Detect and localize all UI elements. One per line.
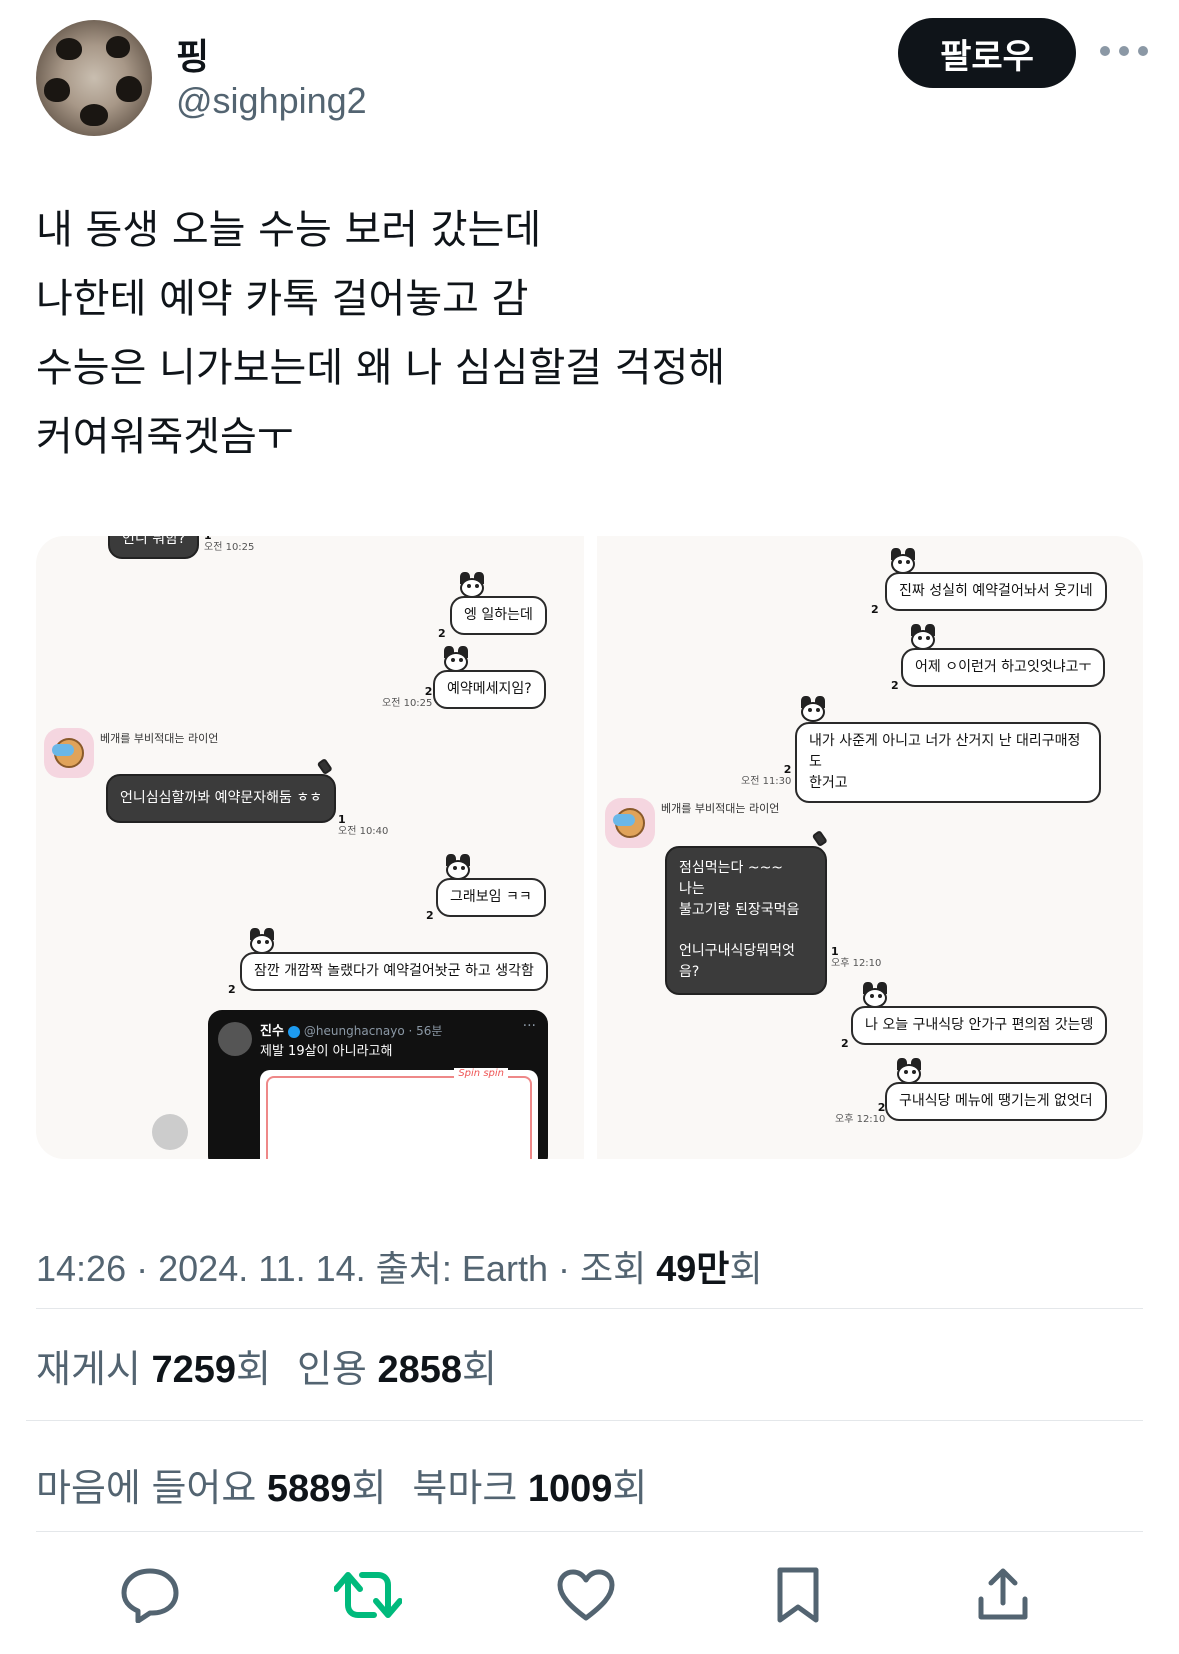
divider bbox=[36, 1531, 1143, 1532]
embedded-tweet: 진수 @heunghacnayo · 56분 제발 19살이 아니라고해 ··· … bbox=[208, 1010, 548, 1159]
chat-screenshot-left[interactable]: 언니 뭐함? 1오전 10:25 2 엥 일하는데 2오전 10:25 예약메세… bbox=[36, 536, 584, 1159]
cat-emoticon bbox=[797, 696, 829, 722]
friend-avatar[interactable] bbox=[605, 798, 655, 848]
tweet-line: 나한테 예약 카톡 걸어놓고 감 bbox=[36, 276, 529, 322]
chat-bubble: 예약메세지임? bbox=[433, 670, 546, 709]
scroll-down-icon bbox=[152, 1114, 188, 1150]
chat-bubble: 나 오늘 구내식당 안가구 편의점 갓는뎅 bbox=[851, 1006, 1108, 1045]
chat-bubble: 엥 일하는데 bbox=[450, 596, 547, 635]
repost-icon[interactable] bbox=[333, 1560, 403, 1630]
follow-button[interactable]: 팔로우 bbox=[898, 18, 1076, 88]
message-meta: 2 bbox=[228, 983, 236, 996]
cat-emoticon bbox=[456, 572, 488, 598]
chat-bubble: 언니 뭐함? bbox=[108, 536, 200, 559]
embed-card: Spin spin bbox=[260, 1068, 538, 1159]
message-meta: 1오전 10:25 bbox=[204, 536, 255, 553]
tweet-line: 내 동생 오늘 수능 보러 갔는데 bbox=[36, 207, 542, 253]
friend-avatar[interactable] bbox=[44, 728, 94, 778]
message-meta: 2 오전 10:25 bbox=[382, 685, 433, 710]
cat-emoticon bbox=[887, 548, 919, 574]
chat-bubble: 그래보임 ㅋㅋ bbox=[436, 878, 546, 917]
verified-badge-icon bbox=[287, 1025, 300, 1038]
bookmark-icon[interactable] bbox=[763, 1560, 833, 1630]
embed-text: 제발 19살이 아니라고해 bbox=[260, 1044, 393, 1059]
quote-stat[interactable]: 인용 2858회 bbox=[297, 1349, 497, 1391]
divider bbox=[36, 1308, 1143, 1309]
chat-bubble: 진짜 성실히 예약걸어놔서 웃기네 bbox=[885, 572, 1107, 611]
tweet-timestamp[interactable]: 14:26 · 2024. 11. 14. 출처: Earth · 조회 49만… bbox=[36, 1240, 763, 1292]
like-icon[interactable] bbox=[551, 1560, 621, 1630]
message-meta: 2 bbox=[426, 909, 434, 922]
message-meta: 2 오후 12:10 bbox=[835, 1101, 886, 1126]
repost-quote-stats: 재게시 7259회 인용 2858회 bbox=[36, 1338, 497, 1393]
view-count: 49만 bbox=[656, 1248, 730, 1289]
sender-name: 베개를 부비적대는 라이언 bbox=[100, 732, 219, 745]
cat-emoticon bbox=[442, 854, 474, 880]
embed-avatar bbox=[218, 1022, 252, 1056]
tweet-line: 수능은 니가보는데 왜 나 심심할걸 걱정해 bbox=[36, 345, 726, 391]
chat-bubble: 구내식당 메뉴에 땡기는게 없엇더 bbox=[885, 1082, 1107, 1121]
chat-bubble: 내가 사준게 아니고 너가 산거지 난 대리구매정도 한거고 bbox=[795, 722, 1101, 803]
tweet-media[interactable]: 언니 뭐함? 1오전 10:25 2 엥 일하는데 2오전 10:25 예약메세… bbox=[36, 536, 1143, 1159]
embed-more-icon: ··· bbox=[522, 1018, 536, 1034]
bookmark-stat[interactable]: 북마크 1009회 bbox=[412, 1468, 647, 1510]
chat-bubble: 잠깐 개깜짝 놀랬다가 예약걸어놧군 하고 생각함 bbox=[240, 952, 548, 991]
share-icon[interactable] bbox=[968, 1560, 1038, 1630]
like-stat[interactable]: 마음에 들어요 5889회 bbox=[36, 1468, 386, 1510]
message-meta: 1 오후 12:10 bbox=[831, 945, 882, 970]
tweet-line: 커여워죽겟슴ㅜ bbox=[36, 414, 294, 460]
author-handle[interactable]: @sighping2 bbox=[176, 80, 367, 122]
author-name[interactable]: 핑 bbox=[176, 28, 209, 80]
more-options-icon[interactable] bbox=[1100, 44, 1148, 58]
embed-card-logo: Spin spin bbox=[454, 1068, 508, 1079]
cat-emoticon bbox=[440, 646, 472, 672]
divider bbox=[26, 1420, 1143, 1421]
cat-emoticon bbox=[859, 982, 891, 1008]
message-meta: 2 오전 11:30 bbox=[741, 763, 792, 788]
tweet-source[interactable]: Earth bbox=[462, 1248, 548, 1289]
chat-bubble: 언니심심할까봐 예약문자해둠 ㅎㅎ bbox=[106, 774, 337, 823]
reply-icon[interactable] bbox=[115, 1560, 185, 1630]
action-bar bbox=[0, 1560, 1179, 1630]
sender-name: 베개를 부비적대는 라이언 bbox=[661, 802, 780, 815]
chat-bubble: 어제 ㅇ이런거 하고잇엇냐고ㅜ bbox=[901, 648, 1106, 687]
message-meta: 2 bbox=[438, 627, 446, 640]
like-bookmark-stats: 마음에 들어요 5889회 북마크 1009회 bbox=[36, 1457, 647, 1512]
message-meta: 2 bbox=[841, 1037, 849, 1050]
tweet-text: 내 동생 오늘 수능 보러 갔는데 나한테 예약 카톡 걸어놓고 감 수능은 니… bbox=[36, 196, 1136, 472]
message-meta: 1 오전 10:40 bbox=[338, 813, 389, 838]
avatar[interactable] bbox=[36, 20, 152, 136]
cat-emoticon bbox=[246, 928, 278, 954]
chat-bubble: 점심먹는다 ~~~ 나는 불고기랑 된장국먹음 언니구내식당뭐먹엇음? bbox=[665, 846, 827, 995]
message-meta: 2 bbox=[891, 679, 899, 692]
message-meta: 2 bbox=[871, 603, 879, 616]
cat-emoticon bbox=[893, 1058, 925, 1084]
embed-user: 진수 @heunghacnayo · 56분 bbox=[260, 1024, 443, 1039]
cat-emoticon bbox=[907, 624, 939, 650]
repost-stat[interactable]: 재게시 7259회 bbox=[36, 1349, 271, 1391]
chat-screenshot-right[interactable]: 2 진짜 성실히 예약걸어놔서 웃기네 2 어제 ㅇ이런거 하고잇엇냐고ㅜ 내가… bbox=[597, 536, 1143, 1159]
